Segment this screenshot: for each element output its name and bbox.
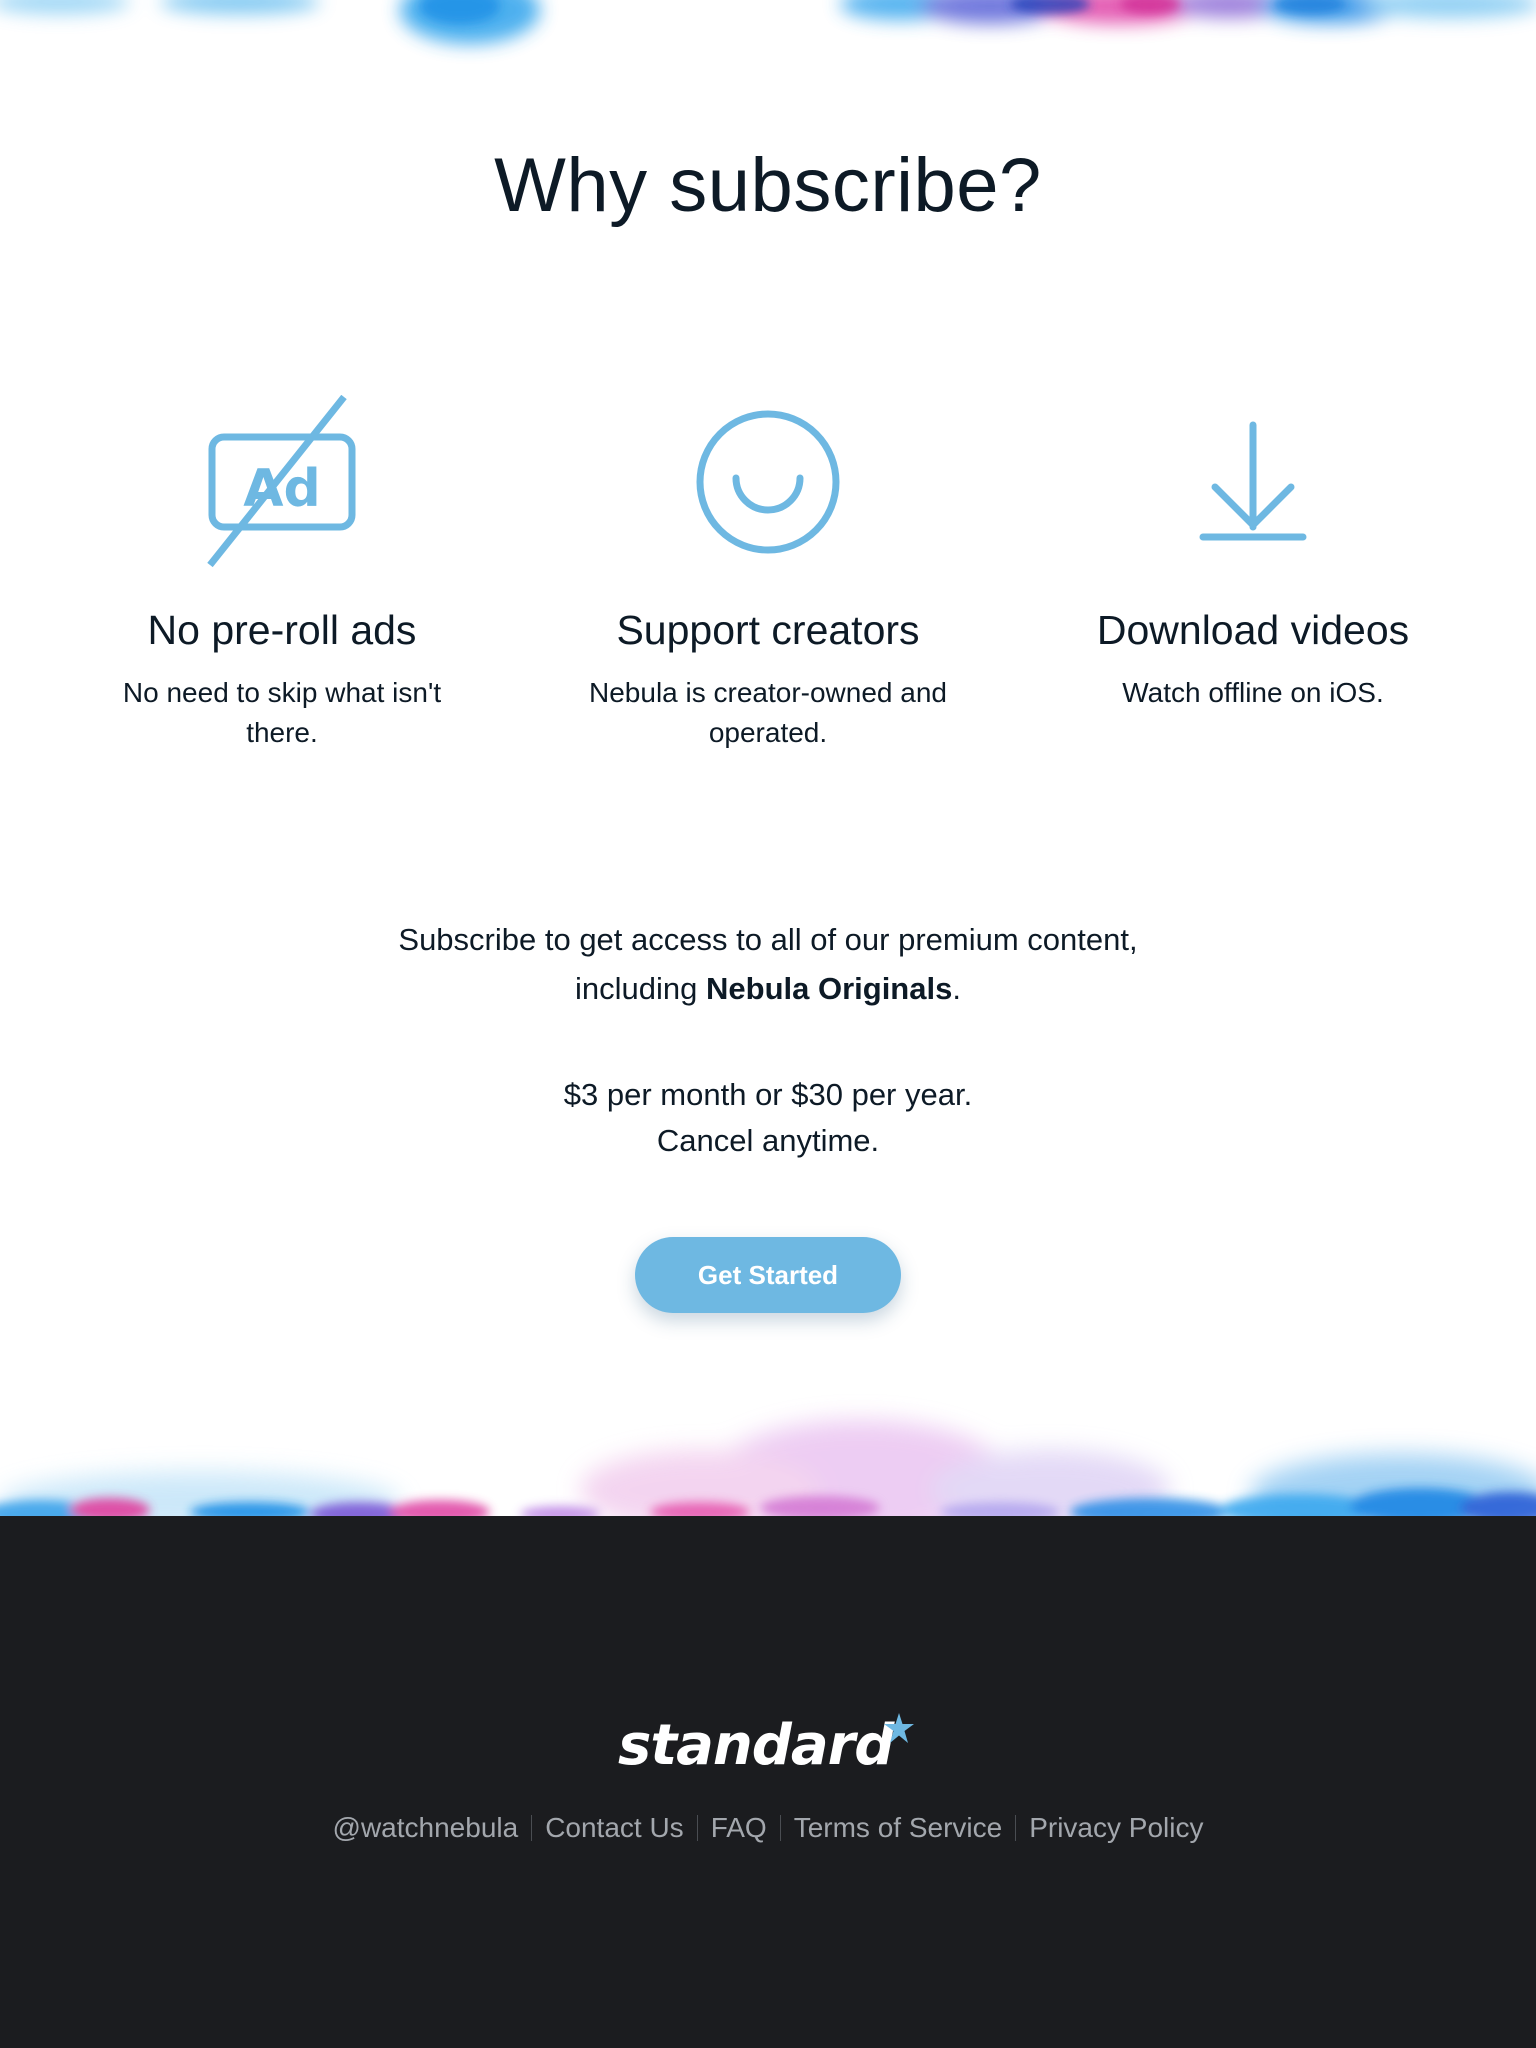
link-divider: [779, 1814, 781, 1841]
section-title: Why subscribe?: [494, 143, 1042, 228]
footer-link-faq[interactable]: FAQ: [711, 1808, 767, 1848]
download-icon: [1173, 395, 1333, 575]
pricing-line: $3 per month or $30 per year.: [563, 1077, 973, 1112]
footer-link-terms[interactable]: Terms of Service: [794, 1808, 1003, 1848]
footer-links: @watchnebula Contact Us FAQ Terms of Servic…: [0, 1806, 1536, 1848]
feature-title: Download videos: [1096, 607, 1410, 653]
smile-icon: [688, 395, 848, 575]
link-divider: [1015, 1814, 1017, 1841]
site-footer: standard @watchnebula Contact Us FAQ Terms …: [0, 1516, 1536, 2048]
subscribe-pitch: Subscribe to get access to all of our pr…: [0, 915, 1536, 1013]
cancel-note: Cancel anytime.: [656, 1123, 880, 1158]
link-divider: [696, 1814, 698, 1841]
feature-description: No need to skip what isn't there.: [122, 677, 442, 748]
pitch-line-2-suffix: .: [952, 971, 961, 1006]
pitch-line-2-prefix: including: [575, 971, 706, 1006]
get-started-button[interactable]: Get Started: [635, 1237, 901, 1313]
paint-splash-bottom: [0, 1390, 1536, 1516]
why-subscribe-section: Why subscribe? Ad No pre-roll ads No nee…: [0, 0, 1536, 1516]
feature-title: Support creators: [616, 607, 920, 653]
feature-download-videos: Download videos Watch offline on iOS.: [1033, 395, 1473, 713]
star-icon: [884, 1713, 914, 1743]
nebula-originals-label: Nebula Originals: [706, 971, 953, 1006]
feature-description: Watch offline on iOS.: [1122, 677, 1384, 708]
feature-description: Nebula is creator-owned and operated.: [589, 677, 947, 748]
logo-wordmark: standard: [618, 1713, 894, 1778]
feature-support-creators: Support creators Nebula is creator-owned…: [548, 395, 988, 753]
feature-list: Ad No pre-roll ads No need to skip what …: [0, 395, 1536, 775]
footer-link-contact[interactable]: Contact Us: [545, 1808, 684, 1848]
feature-title: No pre-roll ads: [147, 607, 417, 653]
feature-no-ads: Ad No pre-roll ads No need to skip what …: [62, 395, 502, 753]
no-ads-icon: Ad: [202, 395, 362, 575]
footer-link-twitter[interactable]: @watchnebula: [333, 1808, 519, 1848]
footer-link-privacy[interactable]: Privacy Policy: [1029, 1808, 1203, 1848]
pitch-line-1: Subscribe to get access to all of our pr…: [398, 922, 1138, 957]
link-divider: [531, 1814, 533, 1841]
pricing-info: $3 per month or $30 per year. Cancel any…: [0, 1072, 1536, 1164]
pitch-line-2: including Nebula Originals.: [0, 964, 1536, 1013]
standard-logo[interactable]: standard: [618, 1712, 918, 1792]
